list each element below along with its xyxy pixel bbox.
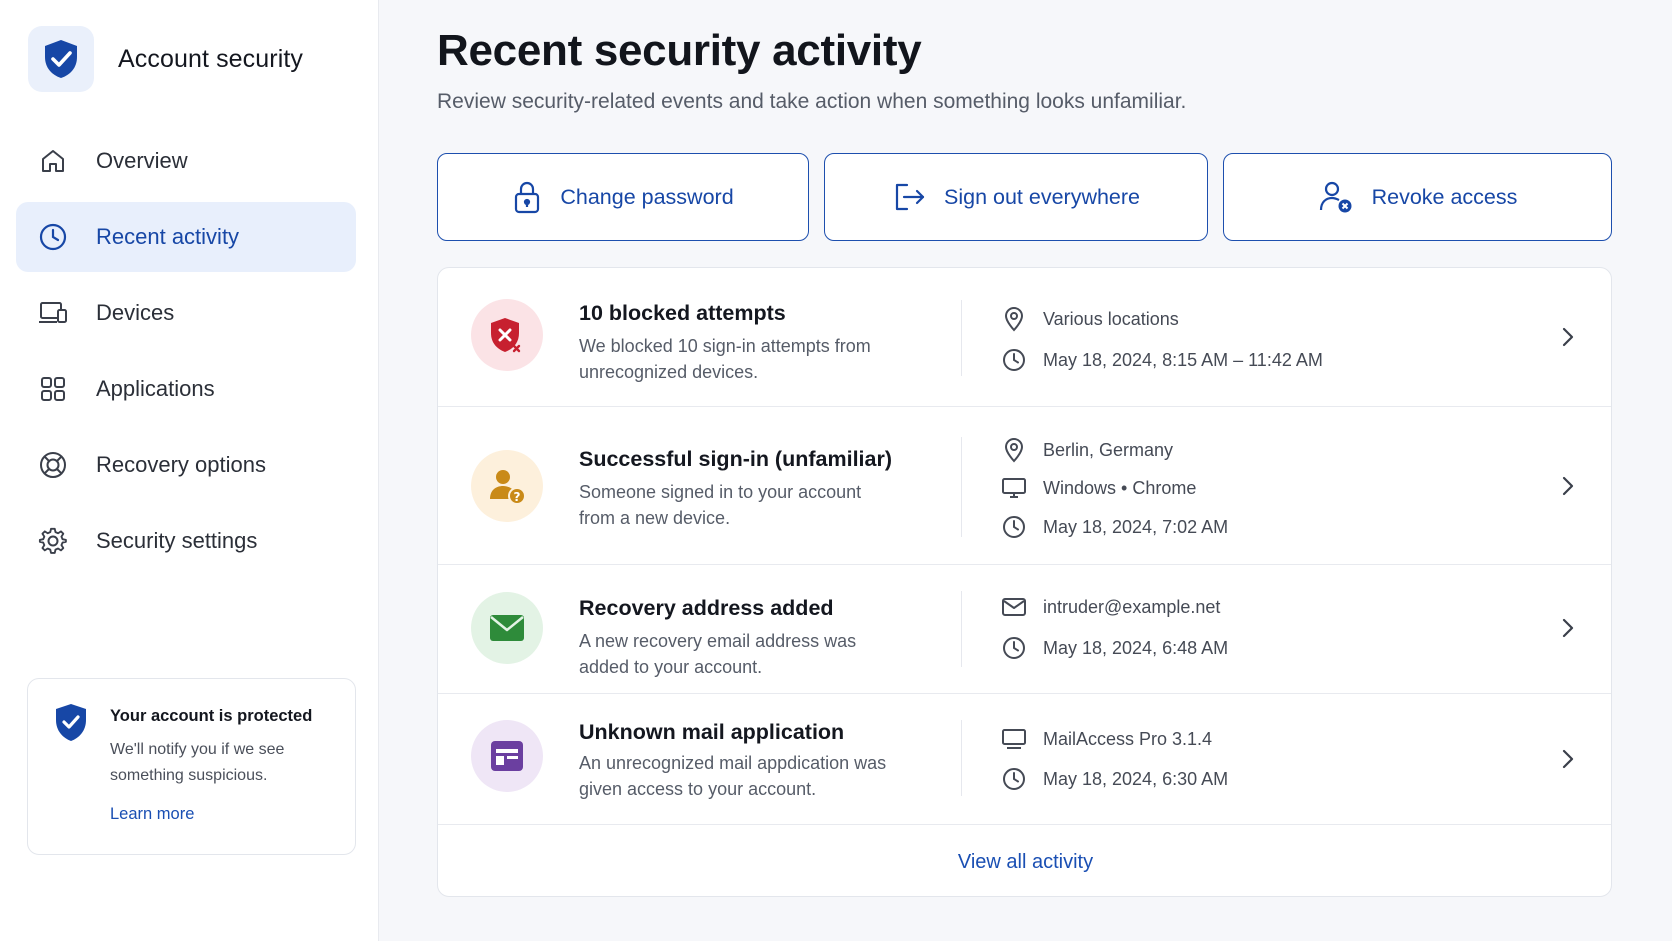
clock-icon	[1001, 348, 1027, 372]
revoke-access-button[interactable]: Revoke access	[1223, 153, 1612, 241]
change-password-button[interactable]: Change password	[437, 153, 809, 241]
location-icon	[1001, 306, 1027, 332]
sidebar-item-overview[interactable]: Overview	[16, 126, 356, 196]
clock-icon	[1001, 636, 1027, 660]
activity-row-unfamiliar-sign-in[interactable]: ? Successful sign-in (unfamiliar) Someon…	[438, 407, 1611, 565]
grid-icon	[38, 374, 68, 404]
row-divider	[961, 437, 962, 537]
row-divider	[961, 591, 962, 667]
sidebar-item-recovery-options[interactable]: Recovery options	[16, 430, 356, 500]
location-icon	[1001, 437, 1027, 463]
clock-icon	[1001, 515, 1027, 539]
chevron-right-icon[interactable]	[1556, 474, 1580, 498]
sidebar: Account security Overview Recent activit…	[0, 0, 379, 941]
activity-row-blocked-attempts[interactable]: 10 blocked attempts We blocked 10 sign-i…	[438, 268, 1611, 407]
row-divider	[961, 720, 962, 796]
mail-icon	[1001, 596, 1027, 618]
view-all-activity-link[interactable]: View all activity	[438, 828, 1611, 896]
activity-title: Successful sign-in (unfamiliar)	[579, 447, 892, 471]
activity-device: Windows • Chrome	[1001, 476, 1196, 500]
clock-icon	[38, 222, 68, 252]
protection-body: We'll notify you if we see something sus…	[110, 741, 285, 784]
activity-row-recovery-address[interactable]: Recovery address added A new recovery em…	[438, 565, 1611, 694]
button-label: Revoke access	[1371, 184, 1518, 209]
action-bar: Change password Sign out everywhere Revo…	[437, 153, 1612, 241]
brand-title: Account security	[118, 44, 304, 73]
page-subtitle: Review security-related events and take …	[437, 90, 1187, 113]
activity-time: May 18, 2024, 6:30 AM	[1001, 767, 1228, 791]
sidebar-item-recent-activity[interactable]: Recent activity	[16, 202, 356, 272]
protection-card: Your account is protected We'll notify y…	[27, 678, 356, 855]
monitor-icon	[1001, 476, 1027, 500]
activity-time: May 18, 2024, 7:02 AM	[1001, 515, 1228, 539]
devices-icon	[38, 298, 68, 328]
page-title: Recent security activity	[437, 26, 922, 75]
lock-icon	[512, 180, 542, 214]
app-icon	[471, 720, 543, 792]
home-icon	[38, 146, 68, 176]
clock-icon	[1001, 767, 1027, 791]
activity-time: May 18, 2024, 8:15 AM – 11:42 AM	[1001, 348, 1323, 372]
brand-shield-icon	[28, 26, 94, 92]
sidebar-item-label: Security settings	[96, 528, 258, 553]
activity-title: Unknown mail application	[579, 720, 845, 744]
activity-title: Recovery address added	[579, 596, 834, 620]
sidebar-item-security-settings[interactable]: Security settings	[16, 506, 356, 576]
gear-icon	[38, 526, 68, 556]
chevron-right-icon[interactable]	[1556, 616, 1580, 640]
activity-application: MailAccess Pro 3.1.4	[1001, 727, 1212, 751]
activity-description: Someone signed in to your account from a…	[579, 482, 862, 528]
activity-list: 10 blocked attempts We blocked 10 sign-i…	[437, 267, 1612, 897]
sidebar-nav: Overview Recent activity Devices Applica…	[16, 126, 356, 582]
shield-check-icon	[54, 703, 88, 748]
activity-row-unknown-mail-app[interactable]: Unknown mail application An unrecognized…	[438, 694, 1611, 825]
chevron-right-icon[interactable]	[1556, 747, 1580, 771]
sidebar-item-label: Recent activity	[96, 224, 240, 249]
activity-title: 10 blocked attempts	[579, 301, 786, 325]
activity-location: Berlin, Germany	[1001, 437, 1173, 463]
sidebar-item-label: Applications	[96, 376, 215, 401]
activity-description: We blocked 10 sign-in attempts from unre…	[579, 336, 871, 382]
protection-title: Your account is protected	[110, 707, 313, 725]
chevron-right-icon[interactable]	[1556, 325, 1580, 349]
activity-email: intruder@example.net	[1001, 596, 1220, 618]
activity-time: May 18, 2024, 6:48 AM	[1001, 636, 1228, 660]
monitor-icon	[1001, 727, 1027, 751]
user-remove-icon	[1318, 179, 1354, 215]
learn-more-link[interactable]: Learn more	[110, 805, 194, 824]
user-question-icon: ?	[471, 450, 543, 522]
sign-out-icon	[892, 181, 926, 213]
envelope-icon	[471, 592, 543, 664]
button-label: Change password	[560, 184, 734, 209]
svg-text:?: ?	[514, 490, 521, 504]
sign-out-everywhere-button[interactable]: Sign out everywhere	[824, 153, 1208, 241]
sidebar-item-applications[interactable]: Applications	[16, 354, 356, 424]
sidebar-item-label: Devices	[96, 300, 175, 325]
button-label: Sign out everywhere	[944, 184, 1140, 209]
sidebar-item-label: Overview	[96, 148, 188, 173]
shield-blocked-icon	[471, 299, 543, 371]
row-divider	[961, 300, 962, 376]
activity-location: Various locations	[1001, 306, 1179, 332]
sidebar-item-devices[interactable]: Devices	[16, 278, 356, 348]
activity-description: A new recovery email address was added t…	[579, 631, 857, 677]
sidebar-item-label: Recovery options	[96, 452, 266, 477]
brand: Account security	[28, 26, 303, 92]
activity-description: An unrecognized mail appdication was giv…	[579, 753, 887, 799]
lifebuoy-icon	[38, 450, 68, 480]
